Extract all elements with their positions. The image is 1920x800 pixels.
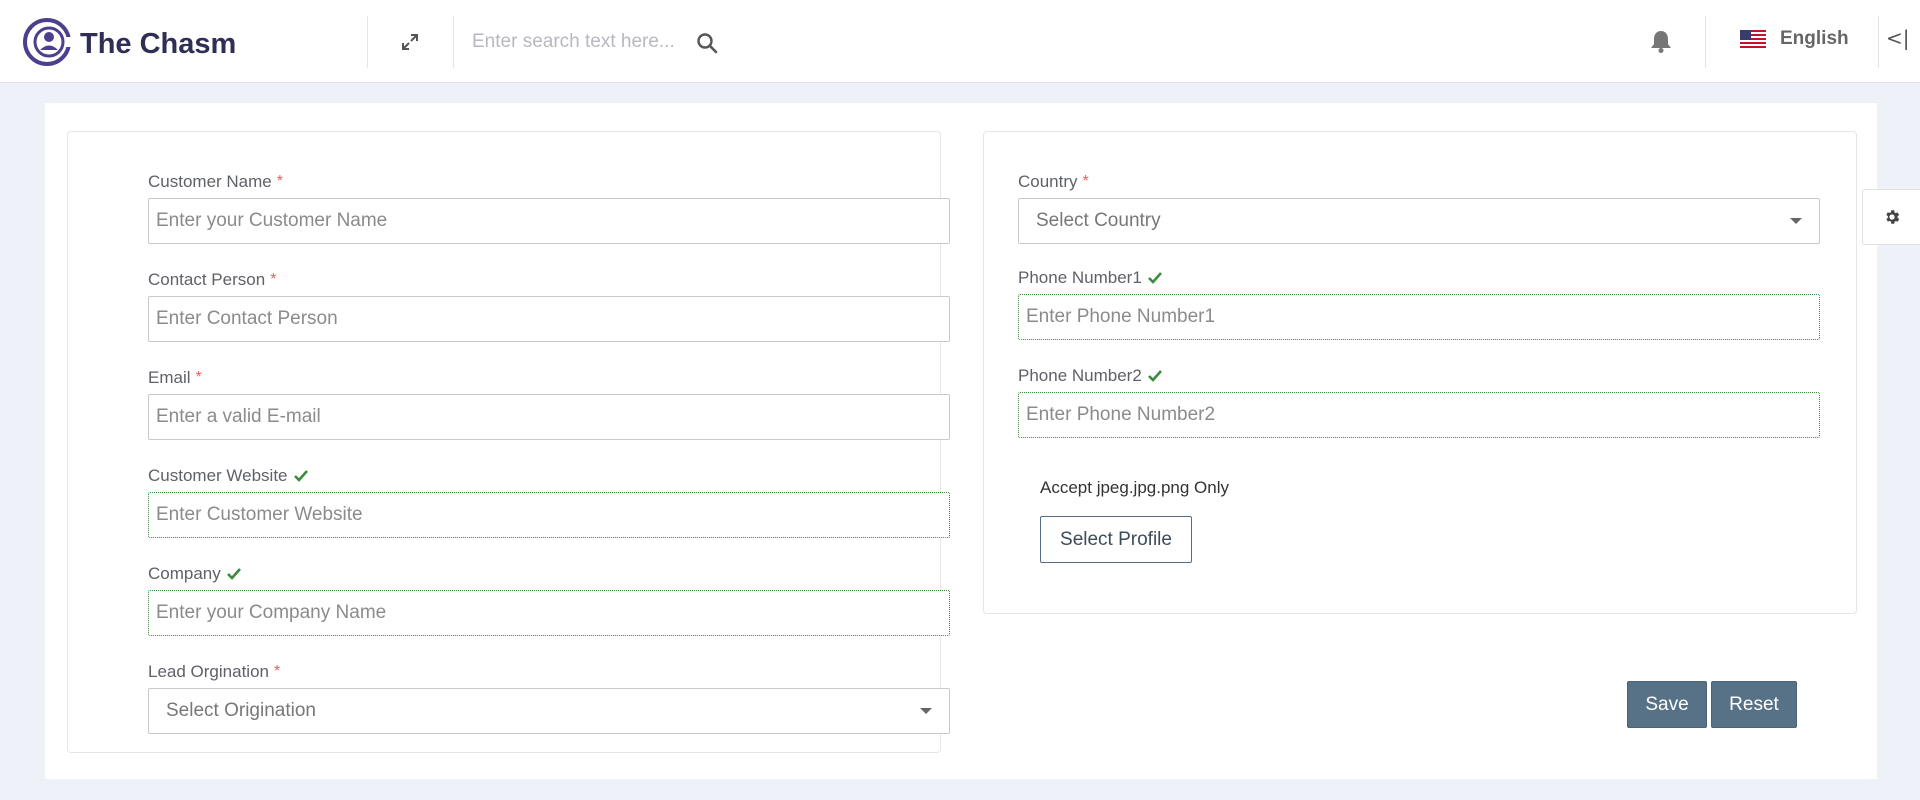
bell-icon[interactable] <box>1648 28 1674 54</box>
chevron-down-icon <box>1790 218 1802 224</box>
divider <box>367 16 368 68</box>
lead-origination-value: Select Origination <box>166 700 316 721</box>
divider <box>1705 16 1706 68</box>
customer-website-input[interactable] <box>148 492 950 538</box>
contact-person-label: Contact Person * <box>148 270 277 289</box>
country-label: Country * <box>1018 172 1089 191</box>
brand-logo-icon <box>23 18 72 66</box>
language-selector[interactable]: English <box>1740 28 1849 50</box>
lead-origination-select[interactable]: Select Origination <box>148 688 950 734</box>
brand-name: The Chasm <box>80 28 237 60</box>
settings-toggle[interactable] <box>1862 189 1920 245</box>
select-profile-button[interactable]: Select Profile <box>1040 516 1192 563</box>
phone1-label: Phone Number1 <box>1018 268 1163 288</box>
language-label: English <box>1780 28 1849 49</box>
check-icon <box>226 568 241 580</box>
phone2-label: Phone Number2 <box>1018 366 1163 386</box>
customer-info-panel: Customer Name* Contact Person* Email* Cu… <box>67 131 950 753</box>
search-input[interactable] <box>472 26 692 58</box>
fullscreen-button[interactable] <box>396 28 424 56</box>
sidebar-collapse-button[interactable]: <| <box>1886 26 1910 56</box>
company-label: Company <box>148 564 242 584</box>
phone2-input[interactable] <box>1018 392 1820 438</box>
reset-button[interactable]: Reset <box>1711 681 1797 728</box>
customer-name-input[interactable] <box>148 198 950 244</box>
country-select[interactable]: Select Country <box>1018 198 1820 244</box>
file-type-note: Accept jpeg.jpg.png Only <box>1040 478 1230 497</box>
check-icon <box>293 470 308 482</box>
customer-website-label: Customer Website <box>148 466 309 486</box>
country-value: Select Country <box>1036 210 1161 231</box>
search-icon[interactable] <box>696 32 718 54</box>
expand-icon <box>402 34 418 50</box>
contact-person-input[interactable] <box>148 296 950 342</box>
chevron-down-icon <box>920 708 932 714</box>
email-label: Email * <box>148 368 202 387</box>
contact-info-panel: Country* Select Country Phone Number1 Ph… <box>983 131 1857 614</box>
email-input[interactable] <box>148 394 950 440</box>
lead-origination-label: Lead Orgination * <box>148 662 281 681</box>
check-icon <box>1147 272 1162 284</box>
gear-icon <box>1885 210 1899 224</box>
divider <box>1878 16 1879 68</box>
phone1-input[interactable] <box>1018 294 1820 340</box>
customer-name-label: Customer Name * <box>148 172 283 191</box>
us-flag-icon <box>1740 30 1766 48</box>
divider <box>453 16 454 68</box>
main-content: Customer Name* Contact Person* Email* Cu… <box>45 103 1877 779</box>
save-button[interactable]: Save <box>1627 681 1707 728</box>
check-icon <box>1147 370 1162 382</box>
top-navbar: The Chasm English <| <box>0 0 1920 83</box>
company-input[interactable] <box>148 590 950 636</box>
